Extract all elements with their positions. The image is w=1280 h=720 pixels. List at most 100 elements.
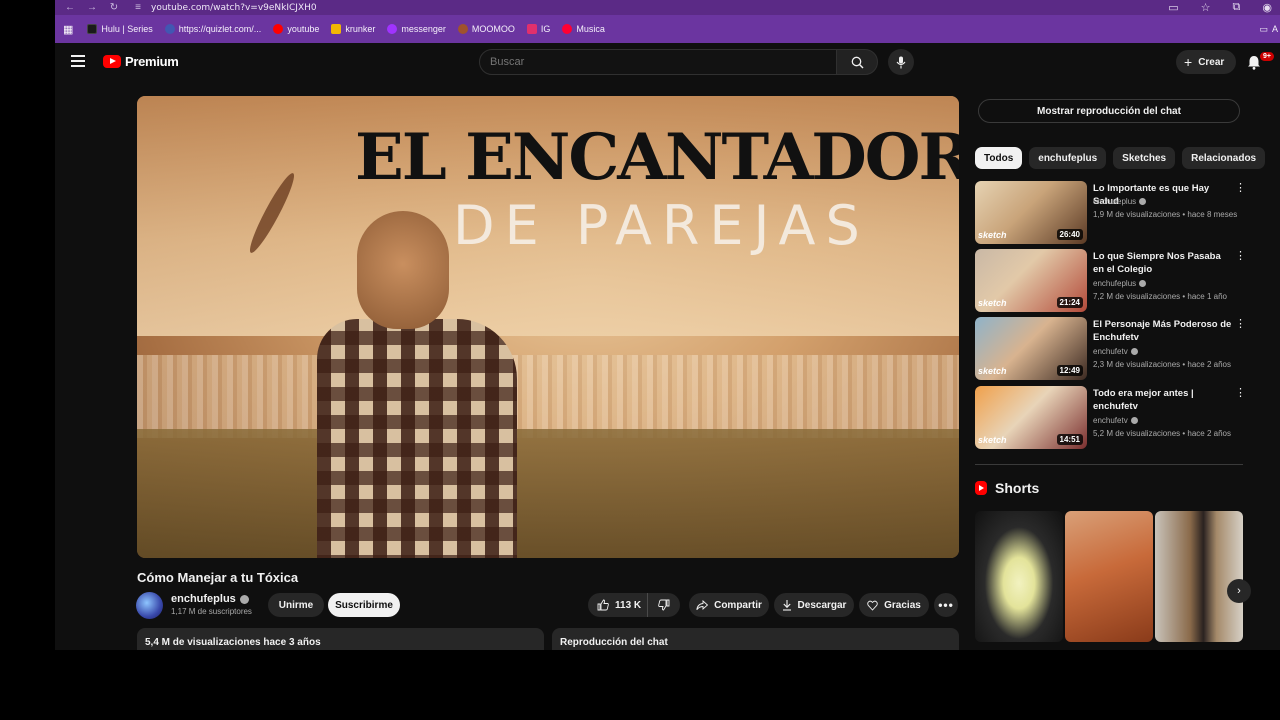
search-button[interactable] (836, 49, 878, 75)
recommendation-channel[interactable]: enchufeplus (1093, 279, 1147, 288)
next-arrow-icon[interactable]: › (1227, 579, 1251, 603)
verified-icon (1130, 417, 1138, 424)
bookmark-quizlet[interactable]: https://quizlet.com/... (164, 24, 261, 34)
chip-todos[interactable]: Todos (975, 147, 1023, 169)
more-actions-button[interactable]: ••• (934, 593, 958, 617)
recommendation-channel[interactable]: enchufetv (1093, 416, 1138, 425)
video-person (317, 211, 527, 558)
verified-icon (1139, 280, 1147, 287)
forward-icon[interactable]: → (85, 2, 99, 13)
bookmark-youtube[interactable]: youtube (273, 24, 319, 34)
recommendation-channel[interactable]: enchufeplus (1093, 197, 1147, 206)
recommendation-title[interactable]: Lo que Siempre Nos Pasaba en el Colegio (1093, 250, 1233, 276)
more-vertical-icon[interactable]: ⋮ (1235, 251, 1246, 262)
youtube-header: Premium + Crear 9+ (55, 43, 1280, 83)
description-box[interactable]: 5,4 M de visualizaciones hace 3 años (137, 628, 544, 650)
duration-badge: 21:24 (1056, 297, 1083, 308)
recommendation-channel[interactable]: enchufetv (1093, 347, 1138, 356)
youtube-logo[interactable]: Premium (103, 54, 179, 69)
more-vertical-icon[interactable]: ⋮ (1235, 183, 1246, 194)
video-thumbnail[interactable]: sketch 21:24 (975, 249, 1087, 312)
more-vertical-icon[interactable]: ⋮ (1235, 319, 1246, 330)
youtube-play-icon (103, 55, 121, 68)
reload-icon[interactable]: ↻ (107, 2, 121, 13)
back-icon[interactable]: ← (63, 2, 77, 13)
recommendation-item[interactable]: sketch 12:49 El Personaje Más Poderoso d… (975, 317, 1246, 381)
video-thumbnail[interactable]: sketch 12:49 (975, 317, 1087, 380)
youtube-icon (273, 24, 284, 34)
short-thumbnail[interactable] (1155, 511, 1243, 642)
star-icon[interactable]: ☆ (1201, 1, 1211, 14)
notification-badge: 9+ (1260, 52, 1274, 61)
channel-name[interactable]: enchufeplus (171, 593, 249, 605)
thumbs-down-icon (658, 599, 670, 611)
video-overlay-title: EL ENCANTADOR (355, 120, 959, 195)
recommendation-meta: 1,9 M de visualizaciones • hace 8 meses (1093, 210, 1238, 219)
extensions-icon[interactable]: ⧉ (1233, 1, 1241, 14)
logo-text: Premium (125, 54, 179, 69)
quizlet-icon (164, 24, 175, 34)
shorts-icon (975, 481, 987, 495)
chat-replay-box[interactable]: Reproducción del chat (552, 628, 959, 650)
bookmark-hulu[interactable]: Hulu | Series (87, 24, 153, 34)
recommendation-item[interactable]: sketch 21:24 Lo que Siempre Nos Pasaba e… (975, 249, 1246, 313)
bell-icon (1248, 56, 1260, 70)
profile-icon[interactable]: ◉ (1262, 1, 1272, 14)
folder-icon: ▭ (1259, 23, 1268, 34)
show-chat-replay-button[interactable]: Mostrar reproducción del chat (978, 99, 1240, 123)
search-box (479, 49, 837, 75)
bookmark-moomoo[interactable]: MOOMOO (457, 24, 515, 34)
video-title: Cómo Manejar a tu Tóxica (137, 570, 299, 585)
cast-icon[interactable]: ▭ (1168, 1, 1178, 14)
menu-icon[interactable] (71, 55, 85, 67)
other-bookmarks[interactable]: ▭ A (1259, 15, 1280, 43)
chip-enchufeplus[interactable]: enchufeplus (1029, 147, 1107, 169)
subscribe-button[interactable]: Suscribirme (328, 593, 400, 617)
krunker-icon (331, 24, 342, 34)
subscriber-count: 1,17 M de suscriptores (171, 607, 252, 616)
recommendation-item[interactable]: sketch 26:40 Lo Importante es que Hay Sa… (975, 181, 1246, 245)
share-button[interactable]: Compartir (689, 593, 769, 617)
video-thumbnail[interactable]: sketch 26:40 (975, 181, 1087, 244)
heart-dollar-icon (867, 600, 878, 611)
recommendation-meta: 5,2 M de visualizaciones • hace 2 años (1093, 429, 1231, 438)
address-bar[interactable]: youtube.com/watch?v=v9eNkICJXH0 (151, 3, 317, 13)
short-thumbnail[interactable] (1065, 511, 1153, 642)
plus-icon: + (1184, 54, 1193, 70)
like-button[interactable]: 113 K (588, 593, 648, 617)
thanks-button[interactable]: Gracias (859, 593, 929, 617)
recommendation-meta: 2,3 M de visualizaciones • hace 2 años (1093, 360, 1231, 369)
site-info-icon[interactable]: ≡ (131, 2, 145, 13)
download-button[interactable]: Descargar (774, 593, 854, 617)
bookmarks-bar: ▦ Hulu | Series https://quizlet.com/... … (55, 15, 1280, 43)
channel-avatar[interactable] (136, 592, 163, 619)
recommendation-title[interactable]: Todo era mejor antes | enchufetv (1093, 387, 1233, 413)
create-button[interactable]: + Crear (1176, 50, 1237, 74)
short-thumbnail[interactable] (975, 511, 1063, 642)
verified-icon (239, 594, 249, 604)
join-button[interactable]: Unirme (268, 593, 324, 617)
recommendation-title[interactable]: El Personaje Más Poderoso de Enchufetv (1093, 318, 1233, 344)
thumbs-up-icon (597, 599, 609, 611)
chip-relacionados[interactable]: Relacionados (1182, 147, 1266, 169)
recommendation-item[interactable]: sketch 14:51 Todo era mejor antes | ench… (975, 386, 1246, 450)
bookmark-messenger[interactable]: messenger (387, 24, 446, 34)
search-input[interactable] (480, 50, 836, 74)
duration-badge: 12:49 (1056, 365, 1083, 376)
more-vertical-icon[interactable]: ⋮ (1235, 388, 1246, 399)
video-thumbnail[interactable]: sketch 14:51 (975, 386, 1087, 449)
dislike-button[interactable] (648, 593, 680, 617)
bookmark-musica[interactable]: Musica (562, 24, 605, 34)
bookmark-krunker[interactable]: krunker (331, 24, 375, 34)
divider (975, 464, 1243, 465)
bookmark-ig[interactable]: IG (526, 24, 550, 34)
apps-grid-icon[interactable]: ▦ (63, 23, 73, 36)
browser-actions: ▭ ☆ ⧉ ◉ (1168, 0, 1280, 15)
chip-sketches[interactable]: Sketches (1113, 147, 1176, 169)
messenger-icon (387, 24, 398, 34)
video-player[interactable]: EL ENCANTADOR DE PAREJAS (137, 96, 959, 558)
voice-search-button[interactable] (888, 49, 914, 75)
browser-toolbar: ← → ↻ ≡ youtube.com/watch?v=v9eNkICJXH0 … (55, 0, 1280, 15)
recommendation-meta: 7,2 M de visualizaciones • hace 1 año (1093, 292, 1227, 301)
more-horizontal-icon: ••• (938, 598, 954, 612)
